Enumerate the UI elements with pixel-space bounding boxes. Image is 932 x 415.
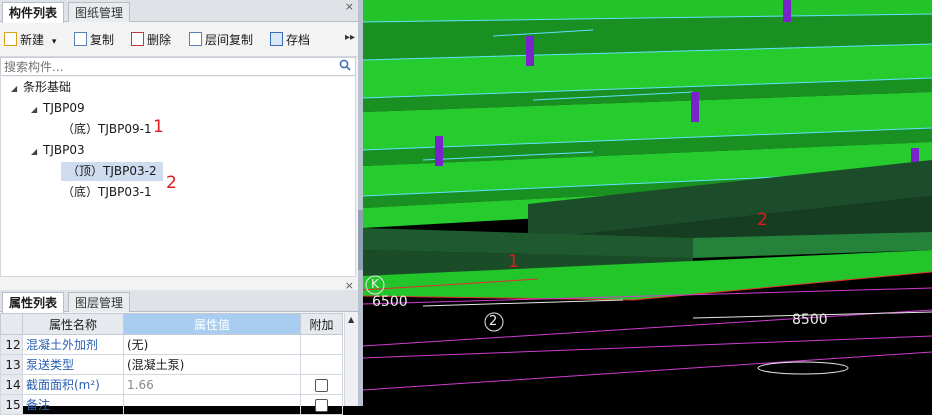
- toolbar-overflow-icon[interactable]: ▸▸: [345, 32, 355, 43]
- save-label: 存档: [286, 33, 311, 47]
- table-row[interactable]: 15 备注: [0, 394, 343, 415]
- 3d-model-canvas[interactable]: [363, 0, 932, 406]
- new-icon: [4, 32, 17, 46]
- table-row[interactable]: 14 截面面积(m²) 1.66: [0, 374, 343, 395]
- row-number: 14: [0, 374, 23, 395]
- row-number-header: [0, 313, 23, 335]
- search-icon[interactable]: [339, 59, 351, 71]
- component-tabbar: 构件列表 图纸管理 ×: [0, 0, 358, 23]
- component-search: [0, 57, 356, 76]
- copy-icon: [74, 32, 87, 46]
- tree-root-label: 条形基础: [23, 80, 72, 94]
- component-tree: ◢ 条形基础 ◢ TJBP09 （底）TJBP09-1 1 ◢ TJBP03 （顶）T…: [0, 77, 356, 277]
- dimension-left: 6500: [372, 294, 408, 310]
- 3d-viewport[interactable]: 6500 8500 2 K 1 2: [363, 0, 932, 406]
- tree-group-tjbp03[interactable]: ◢ TJBP03: [31, 141, 85, 160]
- new-button[interactable]: 新建 ▾: [4, 31, 56, 49]
- attach-cell: [300, 374, 343, 395]
- floor-copy-button[interactable]: 层间复制: [189, 31, 253, 49]
- tree-item-tjbp03-2[interactable]: （顶）TJBP03-2: [61, 162, 163, 181]
- property-value[interactable]: (无): [123, 334, 301, 355]
- column: [691, 92, 699, 122]
- tab-drawing-management[interactable]: 图纸管理: [68, 2, 131, 22]
- tree-item-tjbp03-1[interactable]: （底）TJBP03-1: [62, 183, 152, 202]
- property-name: 泵送类型: [22, 354, 124, 375]
- new-label: 新建: [20, 33, 45, 47]
- component-toolbar: 新建 ▾ 复制 删除 层间复制 存档 ▸▸: [0, 23, 358, 57]
- annotation-2: 2: [166, 173, 177, 193]
- left-panel: 构件列表 图纸管理 × 新建 ▾ 复制 删除 层间复制 存档 ▸▸ 搜索构件..…: [0, 0, 358, 415]
- delete-icon: [131, 32, 144, 46]
- collapse-icon[interactable]: ◢: [31, 100, 43, 119]
- tree-group-label: TJBP03: [43, 143, 85, 157]
- attach-checkbox[interactable]: [315, 398, 328, 412]
- close-icon[interactable]: ×: [345, 0, 354, 13]
- table-row[interactable]: 13 泵送类型 (混凝土泵): [0, 354, 343, 375]
- column: [783, 0, 791, 22]
- tree-group-tjbp09[interactable]: ◢ TJBP09: [31, 99, 85, 118]
- chevron-down-icon[interactable]: ▾: [52, 37, 57, 47]
- property-name: 截面面积(m²): [22, 374, 124, 395]
- tab-component-list[interactable]: 构件列表: [2, 2, 65, 23]
- tree-item-tjbp09-1[interactable]: （底）TJBP09-1: [62, 120, 152, 139]
- save-button[interactable]: 存档: [270, 31, 310, 49]
- tab-layer-management[interactable]: 图层管理: [68, 292, 131, 312]
- close-icon[interactable]: ×: [345, 279, 354, 292]
- property-value[interactable]: (混凝土泵): [123, 354, 301, 375]
- property-value[interactable]: 1.66: [123, 374, 301, 395]
- axis-label: 2: [489, 314, 498, 329]
- dimension-right: 8500: [792, 312, 828, 328]
- copy-label: 复制: [90, 33, 115, 47]
- floor-copy-icon: [189, 32, 202, 46]
- delete-button[interactable]: 删除: [131, 31, 171, 49]
- attach-header[interactable]: 附加: [300, 313, 343, 335]
- attach-cell: [300, 354, 343, 375]
- property-name: 备注: [22, 394, 124, 415]
- copy-button[interactable]: 复制: [74, 31, 114, 49]
- attach-checkbox[interactable]: [315, 378, 328, 392]
- tree-group-label: TJBP09: [43, 101, 85, 115]
- annotation-2: 2: [757, 210, 768, 230]
- scroll-up-icon[interactable]: ▲: [348, 315, 354, 324]
- annotation-1: 1: [153, 117, 164, 137]
- property-scrollbar[interactable]: ▲: [344, 313, 358, 406]
- property-name-header[interactable]: 属性名称: [22, 313, 124, 335]
- collapse-icon[interactable]: ◢: [31, 142, 43, 161]
- property-tabbar: 属性列表 图层管理 ×: [0, 279, 358, 313]
- attach-cell: [300, 394, 343, 415]
- row-number: 15: [0, 394, 23, 415]
- property-name: 混凝土外加剂: [22, 334, 124, 355]
- attach-cell: [300, 334, 343, 355]
- delete-label: 删除: [147, 33, 172, 47]
- axis-label: K: [371, 277, 379, 291]
- table-row[interactable]: 12 混凝土外加剂 (无): [0, 334, 343, 355]
- collapse-icon[interactable]: ◢: [11, 79, 23, 98]
- save-icon: [270, 32, 283, 46]
- property-grid: 属性名称 属性值 附加 12 混凝土外加剂 (无) 13 泵送类型 (混凝土泵): [0, 313, 356, 415]
- row-number: 12: [0, 334, 23, 355]
- column: [435, 136, 443, 166]
- row-number: 13: [0, 354, 23, 375]
- property-value-header[interactable]: 属性值: [123, 313, 301, 335]
- property-value[interactable]: [123, 394, 301, 415]
- tab-property-list[interactable]: 属性列表: [2, 292, 65, 313]
- search-input[interactable]: [1, 58, 321, 75]
- tree-root-node[interactable]: ◢ 条形基础: [11, 78, 71, 97]
- floor-copy-label: 层间复制: [205, 33, 254, 47]
- annotation-1: 1: [508, 252, 519, 272]
- column: [526, 36, 534, 66]
